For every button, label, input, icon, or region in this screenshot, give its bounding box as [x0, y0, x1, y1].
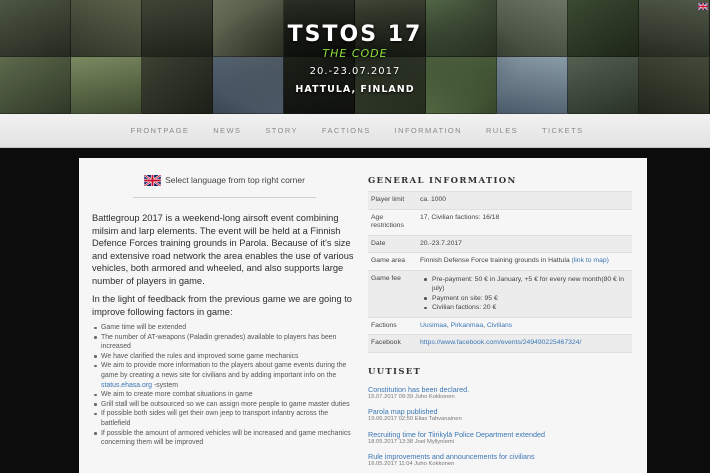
improvement-list: Game time will be extended The number of… — [92, 323, 357, 448]
list-item: The number of AT-weapons (Paladin grenad… — [92, 333, 357, 352]
event-subtitle: THE CODE — [322, 47, 388, 60]
event-location: HATTULA, FINLAND — [295, 84, 415, 95]
nav-tickets[interactable]: TICKETS — [530, 126, 595, 135]
list-item: Payment on site: 95 € — [420, 294, 632, 304]
content-panel: Select language from top right corner Ba… — [79, 158, 647, 473]
list-item: Game time will be extended — [92, 323, 357, 333]
nav-rules[interactable]: RULES — [474, 126, 530, 135]
news-link[interactable]: Rule improvements and announcements for … — [368, 452, 632, 461]
uk-flag-icon[interactable] — [144, 174, 162, 186]
list-item: We aim to create more combat situations … — [92, 390, 357, 400]
list-item: Constitution has been declared. 15.07.20… — [368, 385, 632, 402]
facebook-link[interactable]: https://www.facebook.com/events/24949022… — [420, 339, 581, 346]
table-row: Game area Finnish Defense Force training… — [368, 253, 632, 271]
faction-link-pirkanmaa[interactable]: Pirkanmaa — [451, 322, 484, 329]
news-list: Constitution has been declared. 15.07.20… — [368, 385, 632, 469]
language-flag-icon[interactable] — [698, 3, 708, 10]
event-title: TSTOS 17 — [287, 22, 423, 47]
info-column: GENERAL INFORMATION Player limit ca. 100… — [368, 176, 632, 473]
main-nav: FRONTPAGE NEWS STORY FACTIONS INFORMATIO… — [0, 114, 710, 148]
nav-story[interactable]: STORY — [253, 126, 310, 135]
intro-column: Select language from top right corner Ba… — [92, 174, 357, 448]
status-site-link[interactable]: status.ehasa.org — [101, 382, 152, 389]
news-heading: UUTISET — [368, 366, 422, 377]
intro-paragraph: Battlegroup 2017 is a weekend-long airso… — [92, 213, 354, 286]
list-item: If possible the amount of armored vehicl… — [92, 429, 357, 448]
general-info-heading: GENERAL INFORMATION — [368, 176, 517, 186]
language-notice: Select language from top right corner — [92, 174, 357, 186]
list-item: Pre-payment: 50 € in January, +5 € for e… — [420, 275, 632, 294]
divider — [133, 197, 316, 198]
list-item: Civilian factions: 20 € — [420, 303, 632, 313]
table-row: Date 20.-23.7.2017 — [368, 235, 632, 253]
nav-news[interactable]: NEWS — [201, 126, 253, 135]
nav-frontpage[interactable]: FRONTPAGE — [119, 126, 202, 135]
language-label: Select language from top right corner — [165, 175, 305, 185]
header-banner: TSTOS 17 THE CODE 20.-23.07.2017 HATTULA… — [0, 0, 710, 114]
list-item: We have clarified the rules and improved… — [92, 352, 357, 362]
table-row: Facebook https://www.facebook.com/events… — [368, 335, 632, 353]
news-link[interactable]: Recruiting time for Tiirikylä Police Dep… — [368, 430, 632, 439]
fee-list: Pre-payment: 50 € in January, +5 € for e… — [420, 275, 632, 313]
nav-information[interactable]: INFORMATION — [383, 126, 474, 135]
news-meta: 18.05.2017 13:38 Joel Myllyniemi — [368, 438, 455, 445]
list-item: Grill stall will be outsourced so we can… — [92, 400, 357, 410]
news-link[interactable]: Parola map published — [368, 407, 632, 416]
news-meta: 19.06.2017 02:50 Elias Tahvanainen — [368, 416, 462, 423]
list-item: Parola map published 19.06.2017 02:50 El… — [368, 407, 632, 424]
news-meta: 15.07.2017 09:39 Juho Kokkonen — [368, 393, 455, 400]
event-dates: 20.-23.07.2017 — [309, 66, 401, 77]
news-meta: 16.05.2017 11:04 Juho Kokkonen — [368, 461, 455, 468]
list-item: Recruiting time for Tiirikylä Police Dep… — [368, 430, 632, 447]
table-row: Age restrictions 17, Civilian factions: … — [368, 210, 632, 236]
general-info-table: Player limit ca. 1000 Age restrictions 1… — [368, 191, 632, 353]
list-item: If possible both sides will get their ow… — [92, 409, 357, 428]
list-item: We aim to provide more information to th… — [92, 361, 357, 390]
map-link[interactable]: (link to map) — [572, 257, 609, 264]
table-row: Factions Uusimaa, Pirkanmaa, Civilians — [368, 318, 632, 336]
faction-link-civilians[interactable]: Civilians — [487, 322, 512, 329]
news-link[interactable]: Constitution has been declared. — [368, 385, 632, 394]
nav-factions[interactable]: FACTIONS — [310, 126, 383, 135]
table-row: Player limit ca. 1000 — [368, 192, 632, 210]
feedback-paragraph: In the light of feedback from the previo… — [92, 294, 352, 317]
list-item: Rule improvements and announcements for … — [368, 452, 632, 469]
faction-link-uusimaa[interactable]: Uusimaa — [420, 322, 447, 329]
table-row: Game fee Pre-payment: 50 € in January, +… — [368, 270, 632, 318]
